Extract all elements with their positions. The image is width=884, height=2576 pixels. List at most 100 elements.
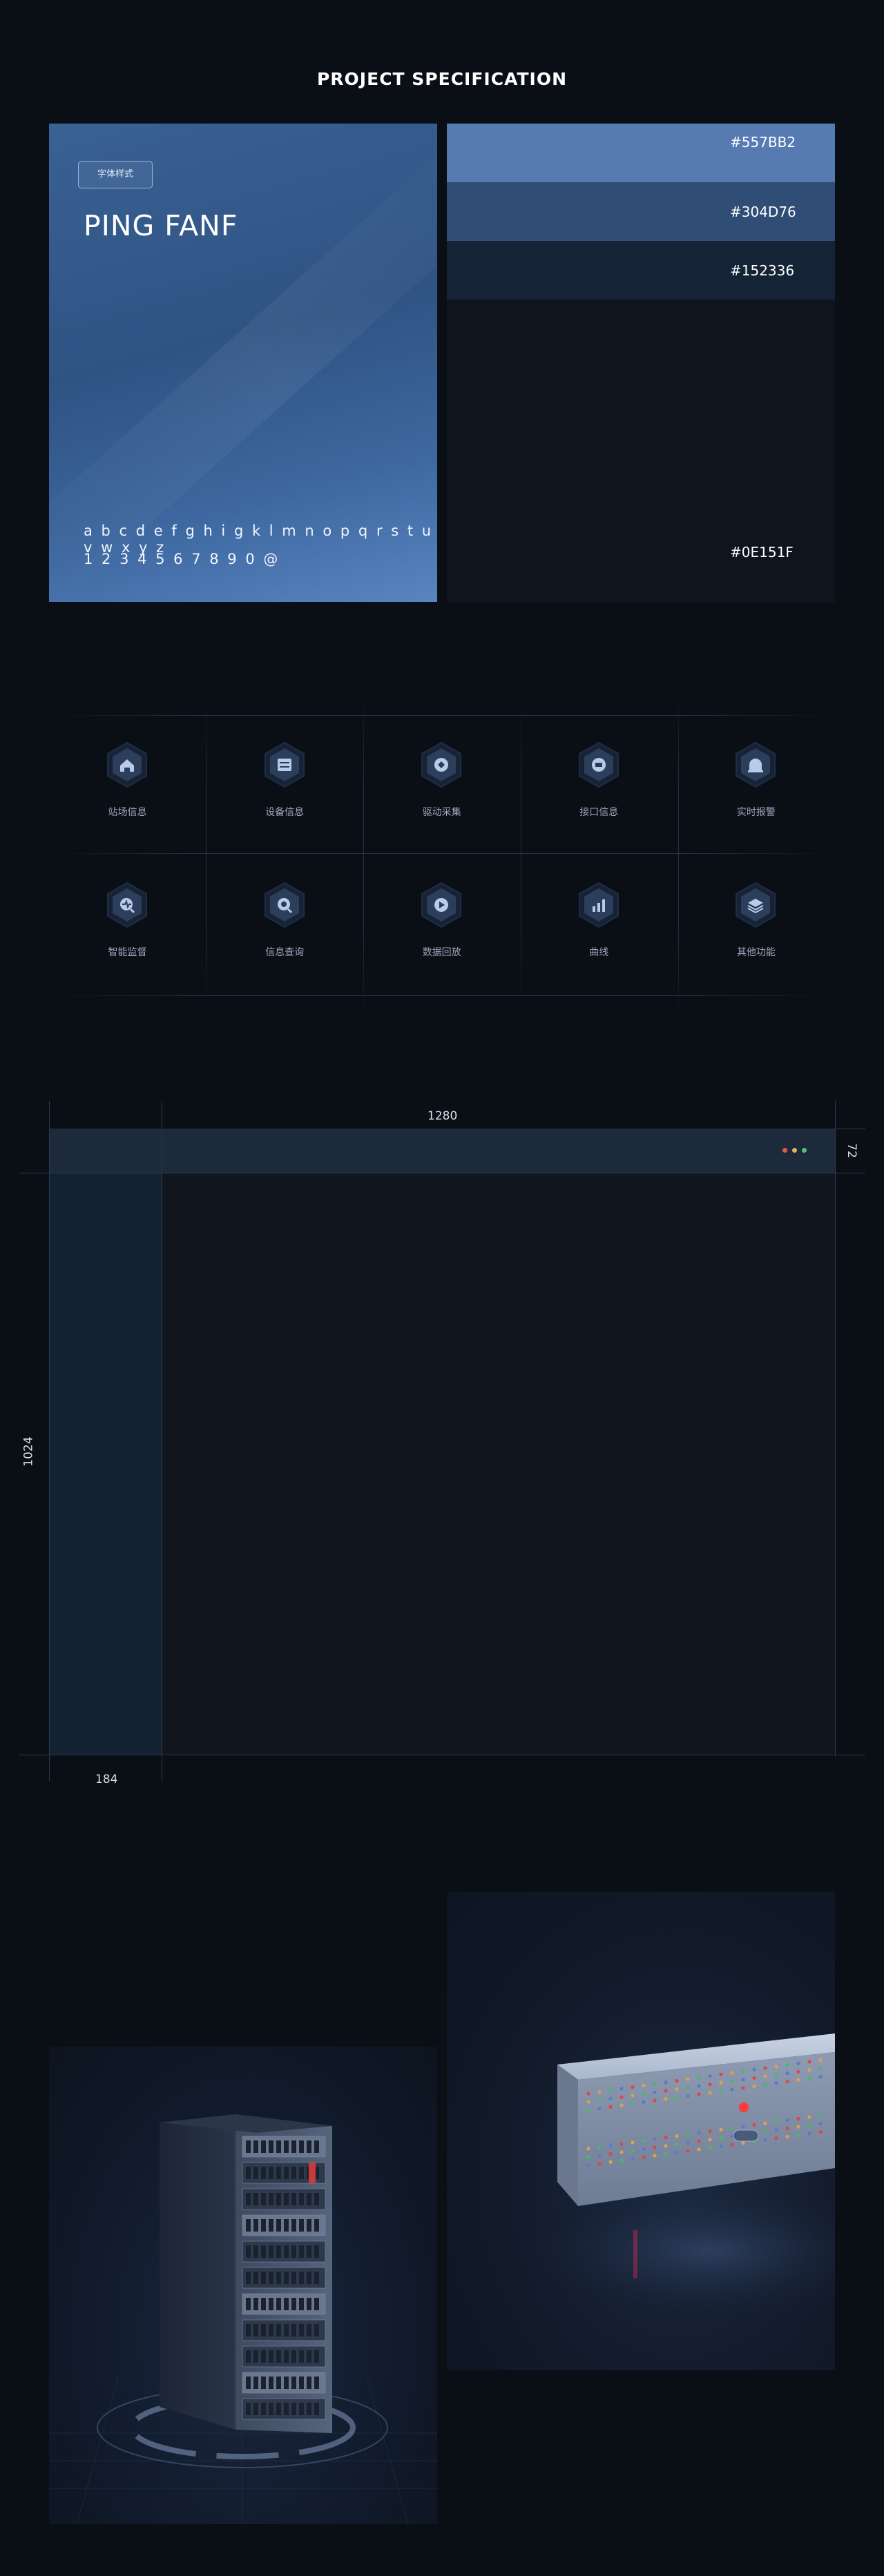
equipment-illustration	[502, 2033, 835, 2327]
rack-slot	[253, 2167, 258, 2179]
device-led	[631, 2149, 635, 2153]
rack-slot	[253, 2193, 258, 2205]
rack-slot	[314, 2403, 319, 2415]
function-tile[interactable]: 信息查询	[206, 855, 363, 993]
rack-slot	[246, 2167, 251, 2179]
rack-slot	[276, 2324, 281, 2336]
interface-icon	[578, 741, 619, 788]
rack-slot	[307, 2350, 311, 2363]
rack-slot	[276, 2167, 281, 2179]
device-led	[818, 2114, 823, 2118]
function-tile[interactable]: 数据回放	[363, 855, 520, 993]
rack-status-light	[309, 2163, 316, 2183]
rack-slot	[299, 2193, 304, 2205]
layout-canvas	[49, 1129, 835, 1755]
function-tile[interactable]: 接口信息	[521, 715, 678, 853]
device-led	[619, 2158, 624, 2163]
device-led	[642, 2147, 646, 2151]
device-led	[697, 2092, 701, 2096]
layout-header-area	[49, 1129, 835, 1173]
grid-divider	[49, 853, 835, 854]
device-led	[708, 2082, 712, 2087]
height-dimension: 1024	[21, 1436, 36, 1467]
home-icon	[107, 741, 147, 788]
guide-line	[49, 1101, 50, 1781]
rack-slot	[269, 2245, 273, 2258]
rack-slot	[299, 2167, 304, 2179]
device-led	[675, 2134, 679, 2138]
function-tile[interactable]: 曲线	[521, 855, 678, 993]
rack-slot	[284, 2140, 289, 2153]
rack-slot	[284, 2167, 289, 2179]
rack-slot	[307, 2140, 311, 2153]
device-led	[586, 2155, 590, 2159]
device-led	[818, 2122, 823, 2126]
rack-slot	[307, 2219, 311, 2232]
device-led	[708, 2074, 712, 2078]
grid-divider	[49, 995, 835, 996]
rack-slot	[314, 2272, 319, 2284]
rack-slot	[291, 2140, 296, 2153]
rack-slot	[253, 2377, 258, 2389]
device-led	[785, 2118, 789, 2123]
rack-slot	[299, 2219, 304, 2232]
device-led	[608, 2143, 613, 2147]
device-led	[719, 2127, 723, 2131]
device-led	[807, 2115, 811, 2119]
width-dimension: 1280	[427, 1109, 458, 1123]
device-led	[597, 2098, 602, 2102]
rack-slot	[284, 2350, 289, 2363]
color-hex-label: #152336	[730, 262, 795, 279]
rack-slot	[291, 2193, 296, 2205]
device-led	[807, 2076, 811, 2080]
rack-slot	[261, 2193, 266, 2205]
rack-slot	[276, 2350, 281, 2363]
rack-slot	[284, 2193, 289, 2205]
rack-slot	[291, 2377, 296, 2389]
typography-panel: 字体样式 PING FANF a b c d e f g h i g k l m…	[49, 124, 437, 602]
device-led	[631, 2140, 635, 2145]
function-label: 站场信息	[108, 807, 147, 818]
function-label: 智能监督	[108, 947, 147, 958]
device-led	[818, 2075, 823, 2079]
device-led	[741, 2069, 745, 2074]
rack-slot	[284, 2403, 289, 2415]
function-tile[interactable]: 智能监督	[49, 855, 206, 993]
alarm-icon	[736, 741, 776, 788]
function-tile[interactable]: 驱动采集	[363, 715, 520, 853]
device-led	[796, 2116, 800, 2120]
rack-slot	[261, 2350, 266, 2363]
rack-slot	[307, 2403, 311, 2415]
device-led	[796, 2078, 800, 2082]
rack-slot	[269, 2403, 273, 2415]
device-led	[653, 2154, 657, 2158]
header-height-dimension: 72	[844, 1143, 858, 1158]
function-tile[interactable]: 站场信息	[49, 715, 206, 853]
function-label: 数据回放	[422, 947, 461, 958]
rack-slot	[261, 2219, 266, 2232]
function-tile[interactable]: 其他功能	[678, 855, 834, 993]
rack-slot	[269, 2350, 273, 2363]
rack-slot	[276, 2377, 281, 2389]
rack-slot	[299, 2272, 304, 2284]
rack-slot	[253, 2403, 258, 2415]
rack-slot	[284, 2219, 289, 2232]
device-led	[697, 2131, 701, 2135]
search-icon	[264, 881, 305, 928]
layout-sidebar-area	[49, 1173, 162, 1755]
device-led	[653, 2137, 657, 2141]
device-led	[807, 2123, 811, 2127]
device-led	[818, 2067, 823, 2071]
rack-slot	[253, 2350, 258, 2363]
function-tile[interactable]: 设备信息	[206, 715, 363, 853]
rack-slot	[299, 2324, 304, 2336]
device-led	[597, 2154, 602, 2158]
device-led	[619, 2150, 624, 2154]
server-rack-render-image	[49, 2047, 437, 2524]
device-led	[597, 2145, 602, 2149]
device-led	[686, 2094, 690, 2098]
device-led	[675, 2087, 679, 2091]
device-led	[642, 2100, 646, 2105]
function-tile[interactable]: 实时报警	[678, 715, 834, 853]
server-rack-illustration	[49, 2114, 437, 2524]
